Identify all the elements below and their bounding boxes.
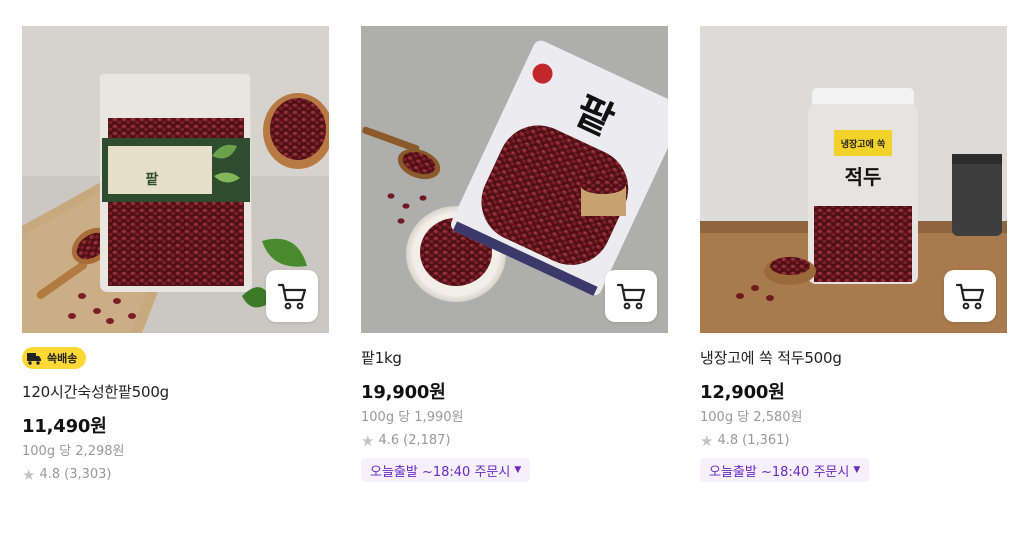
- shopping-cart-icon: [277, 283, 307, 310]
- product-image[interactable]: 팥: [22, 26, 329, 333]
- rating: ★ 4.6 (2,187): [361, 432, 668, 450]
- product-price: 11,490원: [22, 416, 107, 437]
- today-shipping-button[interactable]: 오늘출발 ~18:40 주문시 ▼: [700, 458, 870, 482]
- add-to-cart-button[interactable]: [266, 270, 318, 322]
- star-icon: ★: [22, 465, 36, 484]
- product-price: 12,900원: [700, 382, 785, 403]
- product-price: 19,900원: [361, 382, 446, 403]
- product-card[interactable]: 냉장고에 쏙 적두 냉장고에 쏙 적두500g 12,900원 100g 당 2…: [700, 26, 1007, 482]
- jar-tag: 냉장고에 쏙: [841, 138, 886, 150]
- product-name[interactable]: 냉장고에 쏙 적두500g: [700, 347, 1007, 369]
- add-to-cart-button[interactable]: [605, 270, 657, 322]
- caret-down-icon: ▼: [853, 465, 861, 475]
- shopping-cart-icon: [955, 283, 985, 310]
- unit-price: 100g 당 2,298원: [22, 444, 125, 459]
- today-shipping-button[interactable]: 오늘출발 ~18:40 주문시 ▼: [361, 458, 531, 482]
- product-name[interactable]: 120시간숙성한팥500g: [22, 381, 329, 403]
- delivery-label: 오늘출발 ~18:40 주문시: [370, 464, 511, 480]
- add-to-cart-button[interactable]: [944, 270, 996, 322]
- product-card[interactable]: 팥 팥1kg 19,900원 100g 당 1,990원 ★ 4.6 (2,18…: [361, 26, 668, 482]
- rating-score: 4.6: [378, 433, 400, 448]
- unit-price: 100g 당 1,990원: [361, 410, 464, 425]
- star-icon: ★: [361, 431, 375, 450]
- caret-down-icon: ▼: [514, 465, 522, 475]
- rating: ★ 4.8 (1,361): [700, 432, 1007, 450]
- star-icon: ★: [700, 431, 714, 450]
- unit-price: 100g 당 2,580원: [700, 410, 803, 425]
- shopping-cart-icon: [616, 283, 646, 310]
- product-card[interactable]: 팥 쓱배송 120시간숙성한팥500g 11,490원 100g 당 2,298…: [22, 26, 329, 484]
- express-delivery-badge: 쓱배송: [22, 347, 87, 369]
- rating-score: 4.8: [39, 467, 61, 482]
- product-image[interactable]: 팥: [361, 26, 668, 333]
- delivery-truck-icon: [25, 349, 43, 367]
- package-label: 팥: [146, 171, 159, 188]
- review-count: (3,303): [64, 467, 112, 482]
- rating-score: 4.8: [717, 433, 739, 448]
- badge-label: 쓱배송: [47, 352, 78, 365]
- review-count: (1,361): [742, 433, 790, 448]
- rating: ★ 4.8 (3,303): [22, 466, 329, 484]
- product-image[interactable]: 냉장고에 쏙 적두: [700, 26, 1007, 333]
- package-label: 적두: [845, 165, 882, 189]
- review-count: (2,187): [403, 433, 451, 448]
- product-name[interactable]: 팥1kg: [361, 347, 668, 369]
- delivery-label: 오늘출발 ~18:40 주문시: [709, 464, 850, 480]
